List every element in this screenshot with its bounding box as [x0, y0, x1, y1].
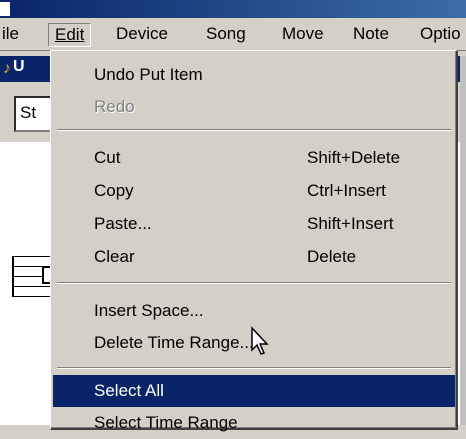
- menu-item-paste[interactable]: Paste... Shift+Insert: [53, 208, 455, 240]
- menu-item-label: Clear: [94, 247, 135, 266]
- menu-edit[interactable]: Edit: [48, 23, 92, 47]
- menu-item-clear[interactable]: Clear Delete: [53, 241, 455, 273]
- menu-item-shortcut: Delete: [307, 247, 357, 266]
- menu-song[interactable]: Song: [200, 23, 252, 45]
- menu-item-insert-space[interactable]: Insert Space...: [53, 295, 455, 327]
- menu-separator: [57, 129, 451, 131]
- menu-separator: [57, 367, 451, 369]
- staff-barline: [12, 256, 14, 296]
- edit-menu-dropdown: Undo Put Item Redo Cut Shift+Delete Copy…: [50, 50, 458, 432]
- staff-line: [12, 296, 52, 297]
- menu-item-undo[interactable]: Undo Put Item: [53, 59, 455, 91]
- menu-item-cut[interactable]: Cut Shift+Delete: [53, 142, 455, 174]
- menu-item-select-time-range[interactable]: Select Time Range: [53, 407, 455, 439]
- menu-item-label: Paste...: [94, 214, 152, 233]
- document-title-fragment: U: [13, 58, 25, 75]
- window-title-bar: [0, 0, 466, 18]
- menu-item-shortcut: Shift+Insert: [307, 214, 394, 233]
- menu-item-shortcut: Shift+Delete: [307, 148, 401, 167]
- menu-item-copy[interactable]: Copy Ctrl+Insert: [53, 175, 455, 207]
- staff-line: [12, 256, 52, 257]
- menu-bar: ile Edit Device Song Move Note Optio: [0, 18, 466, 51]
- staff-line: [12, 286, 52, 287]
- app-icon: [0, 2, 10, 16]
- menu-item-label: Copy: [94, 181, 134, 200]
- scrollbar[interactable]: [460, 56, 466, 425]
- menu-item-shortcut: Ctrl+Insert: [307, 181, 386, 200]
- menu-options[interactable]: Optio: [414, 23, 466, 45]
- menu-item-label: Delete Time Range...: [94, 333, 254, 352]
- menu-item-redo: Redo: [53, 91, 455, 123]
- menu-file[interactable]: ile: [0, 23, 25, 45]
- menu-edit-label: Edit: [55, 25, 85, 44]
- style-combo-text: St: [20, 103, 37, 122]
- menu-item-label: Redo: [94, 97, 135, 116]
- menu-item-label: Insert Space...: [94, 301, 204, 320]
- menu-item-label: Undo Put Item: [94, 65, 203, 84]
- menu-move[interactable]: Move: [276, 23, 330, 45]
- menu-device[interactable]: Device: [110, 23, 174, 45]
- menu-item-label: Select All: [94, 381, 164, 400]
- menu-item-select-all[interactable]: Select All: [53, 375, 455, 407]
- menu-item-label: Cut: [94, 148, 121, 167]
- music-note-icon: ♪: [3, 60, 11, 77]
- menu-item-label: Select Time Range: [94, 413, 238, 432]
- menu-note[interactable]: Note: [347, 23, 395, 45]
- menu-separator: [57, 282, 451, 284]
- mouse-pointer-icon: [251, 326, 269, 355]
